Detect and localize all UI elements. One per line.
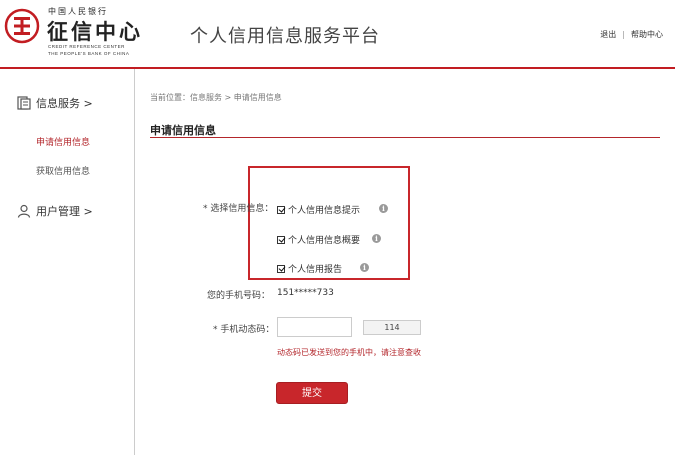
sidebar-group-label: 信息服务 > [36, 97, 93, 110]
info-icon[interactable]: i [379, 204, 388, 213]
info-icon[interactable]: i [360, 263, 369, 272]
breadcrumb: 当前位置：信息服务 > 申请信用信息 [150, 93, 282, 102]
send-code-button[interactable]: 114 [363, 320, 421, 335]
header: 中国人民银行 征信中心 CREDIT REFERENCE CENTER THE … [0, 0, 675, 69]
title-divider [150, 137, 660, 138]
dynamic-code-label: * 手机动态码： [213, 325, 275, 335]
sidebar-item-apply-credit-info[interactable]: 申请信用信息 [36, 135, 90, 148]
checkbox[interactable] [277, 235, 285, 244]
option-credit-report[interactable]: 个人信用报告 [277, 262, 342, 275]
phone-label: 您的手机号码： [207, 291, 271, 301]
option-credit-info-tip[interactable]: 个人信用信息提示 [277, 203, 360, 216]
page-title: 申请信用信息 [150, 124, 216, 137]
checkbox[interactable] [277, 264, 285, 273]
option-credit-info-summary[interactable]: 个人信用信息概要 [277, 233, 360, 246]
logo-english-line2: THE PEOPLE'S BANK OF CHINA [48, 51, 130, 56]
option-label: 个人信用信息提示 [288, 206, 361, 216]
logo-main-text: 征信中心 [47, 19, 143, 44]
sidebar: 信息服务 > 申请信用信息 获取信用信息 用户管理 > [0, 69, 135, 455]
code-sent-hint: 动态码已发送到您的手机中，请注意查收 [277, 348, 421, 357]
logo-english-line1: CREDIT REFERENCE CENTER [48, 44, 125, 49]
dynamic-code-input[interactable] [277, 317, 352, 337]
sidebar-group-user-management[interactable]: 用户管理 > [17, 203, 93, 219]
sidebar-group-label: 用户管理 > [36, 205, 93, 218]
sidebar-item-get-credit-info[interactable]: 获取信用信息 [36, 164, 90, 177]
checkbox[interactable] [277, 205, 285, 214]
submit-button[interactable]: 提交 [276, 382, 348, 404]
logout-link[interactable]: 退出 [600, 30, 616, 39]
user-icon [17, 204, 31, 218]
document-icon [17, 96, 31, 110]
option-label: 个人信用信息概要 [288, 236, 361, 246]
info-icon[interactable]: i [372, 234, 381, 243]
option-label: 个人信用报告 [288, 265, 343, 275]
top-links: 退出 | 帮助中心 [600, 29, 663, 40]
platform-title: 个人信用信息服务平台 [190, 26, 380, 47]
phone-value: 151*****733 [277, 288, 334, 298]
seal-logo-icon [4, 8, 40, 44]
help-center-link[interactable]: 帮助中心 [631, 30, 663, 39]
select-credit-info-label: * 选择信用信息： [203, 204, 274, 214]
sidebar-group-info-service[interactable]: 信息服务 > [17, 95, 93, 111]
link-separator: | [622, 30, 625, 39]
